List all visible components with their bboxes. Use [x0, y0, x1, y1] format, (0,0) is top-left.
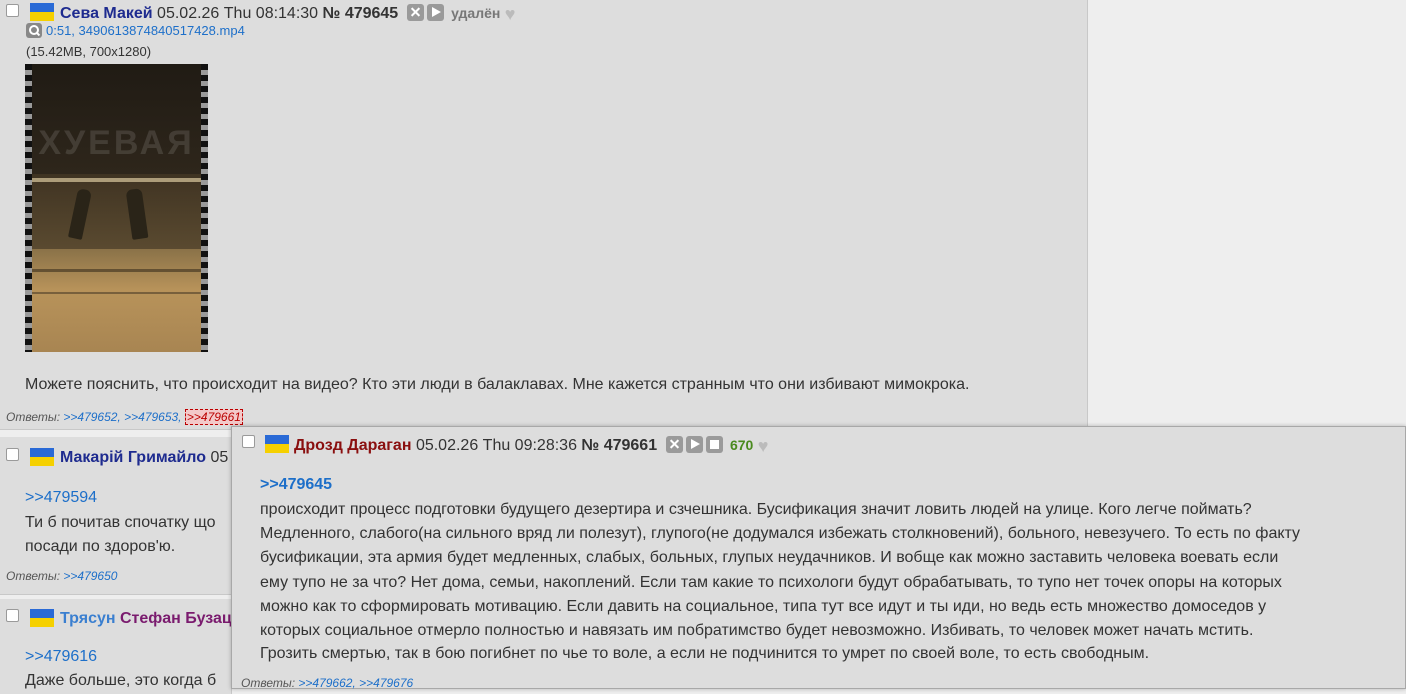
scene-ground	[32, 249, 201, 352]
hide-icon[interactable]	[665, 436, 683, 453]
post-header: Трясун Стефан Бузац	[60, 609, 232, 629]
post-text-line: Медленного, слабого(на сильного вряд ли …	[260, 525, 1301, 542]
post-text-line: посади по здоров'ю.	[25, 538, 176, 555]
select-checkbox[interactable]	[6, 609, 19, 622]
answers-label: Ответы:	[6, 569, 61, 583]
video-watermark: ХУЕВАЯ	[38, 124, 195, 162]
post-score: 670	[729, 437, 754, 453]
poster-name: Дрозд Дараган	[294, 437, 412, 454]
answers-label: Ответы:	[6, 410, 61, 424]
post-reply: Макарій Гримайло 05 >>479594 Ти б почита…	[0, 437, 232, 595]
post-text-line: Ти б почитав спочатку що	[25, 514, 216, 531]
post-text-line: можно как то сформировать мотивацию. Есл…	[260, 598, 1267, 615]
search-icon[interactable]	[26, 23, 42, 38]
answers-row: Ответы: >>479650	[6, 569, 117, 583]
scene-fence-rail	[32, 178, 201, 182]
answer-link-highlighted[interactable]: >>479661	[184, 409, 243, 425]
scene-fence	[32, 174, 201, 249]
scene-ground-line	[32, 292, 201, 294]
post-479645: Сева Макей 05.02.26 Thu 08:14:30 № 47964…	[0, 0, 1088, 430]
answers-label: Ответы:	[241, 676, 296, 690]
video-thumbnail[interactable]: ХУЕВАЯ	[25, 64, 208, 352]
post-text-line: происходит процесс подготовки будущего д…	[260, 501, 1252, 518]
reply-link: >>479594	[25, 485, 97, 510]
ukraine-flag-icon	[30, 448, 54, 466]
post-header: Дрозд Дараган 05.02.26 Thu 09:28:36 № 47…	[294, 435, 768, 456]
answers-row: Ответы: >>479662, >>479676	[241, 676, 413, 690]
play-icon[interactable]	[427, 4, 445, 21]
ukraine-flag-icon	[265, 435, 289, 453]
post-text-line: Грозить смертью, так в бою погибнет по ч…	[260, 645, 1150, 662]
answer-link[interactable]: >>479650	[63, 569, 117, 583]
post-datetime: 05	[210, 449, 229, 466]
answer-link[interactable]: >>479652,	[63, 410, 120, 424]
poster-name: Сева Макей	[60, 5, 153, 22]
scene-ground-line	[32, 269, 201, 272]
post-reply: Трясун Стефан Бузац >>479616 Даже больше…	[0, 599, 232, 694]
reply-link[interactable]: >>479645	[260, 476, 332, 493]
post-datetime: 05.02.26 Thu 08:14:30	[157, 5, 319, 22]
post-text-line: которых социальное отмерло полностью и н…	[260, 622, 1254, 639]
reply-link[interactable]: >>479616	[25, 648, 97, 665]
post-text: Можете пояснить, что происходит на видео…	[25, 376, 970, 393]
select-checkbox[interactable]	[6, 4, 19, 17]
answer-link[interactable]: >>479662,	[298, 676, 355, 690]
file-link[interactable]: 0:51, 3490613874840517428.mp4	[46, 23, 245, 38]
reply-link-row: >>479645	[260, 472, 332, 497]
reply-link[interactable]: >>479594	[25, 489, 97, 506]
film-strip-right	[201, 64, 208, 352]
film-strip-left	[25, 64, 32, 352]
post-number[interactable]: № 479645	[323, 5, 399, 22]
post-text-line: ему тупо не за что? Нет дома, семьи, нак…	[260, 574, 1282, 591]
like-heart-icon[interactable]: ♥	[758, 436, 769, 456]
select-checkbox[interactable]	[6, 448, 19, 461]
poster-name: Стефан Бузац	[119, 610, 232, 627]
post-header: Сева Макей 05.02.26 Thu 08:14:30 № 47964…	[60, 3, 515, 24]
post-text-line: Даже больше, это когда б	[25, 672, 217, 689]
reply-link-row: >>479616	[25, 644, 97, 669]
post-header: Макарій Гримайло 05	[60, 448, 228, 468]
like-heart-icon[interactable]: ♥	[505, 4, 516, 24]
post-text-line: бусификации, эта армия будет медленных, …	[260, 549, 1279, 566]
deleted-status: удалён	[451, 5, 501, 21]
post-preview-popup: Дрозд Дараган 05.02.26 Thu 09:28:36 № 47…	[231, 426, 1406, 690]
poster-name: Макарій Гримайло	[60, 449, 206, 466]
ukraine-flag-icon	[30, 609, 54, 627]
poster-name: Трясун	[60, 610, 116, 627]
answer-link[interactable]: >>479653,	[124, 410, 181, 424]
play-icon[interactable]	[685, 436, 703, 453]
file-meta: (15.42MB, 700x1280)	[26, 44, 152, 59]
stop-icon[interactable]	[705, 436, 723, 453]
select-checkbox[interactable]	[242, 435, 255, 448]
answer-link[interactable]: >>479676	[359, 676, 413, 690]
post-number[interactable]: № 479661	[581, 437, 657, 454]
ukraine-flag-icon	[30, 3, 54, 21]
file-link-row: 0:51, 3490613874840517428.mp4	[26, 23, 245, 38]
hide-icon[interactable]	[407, 4, 425, 21]
post-datetime: 05.02.26 Thu 09:28:36	[415, 437, 577, 454]
answers-row: Ответы: >>479652, >>479653, >>479661	[6, 409, 243, 425]
